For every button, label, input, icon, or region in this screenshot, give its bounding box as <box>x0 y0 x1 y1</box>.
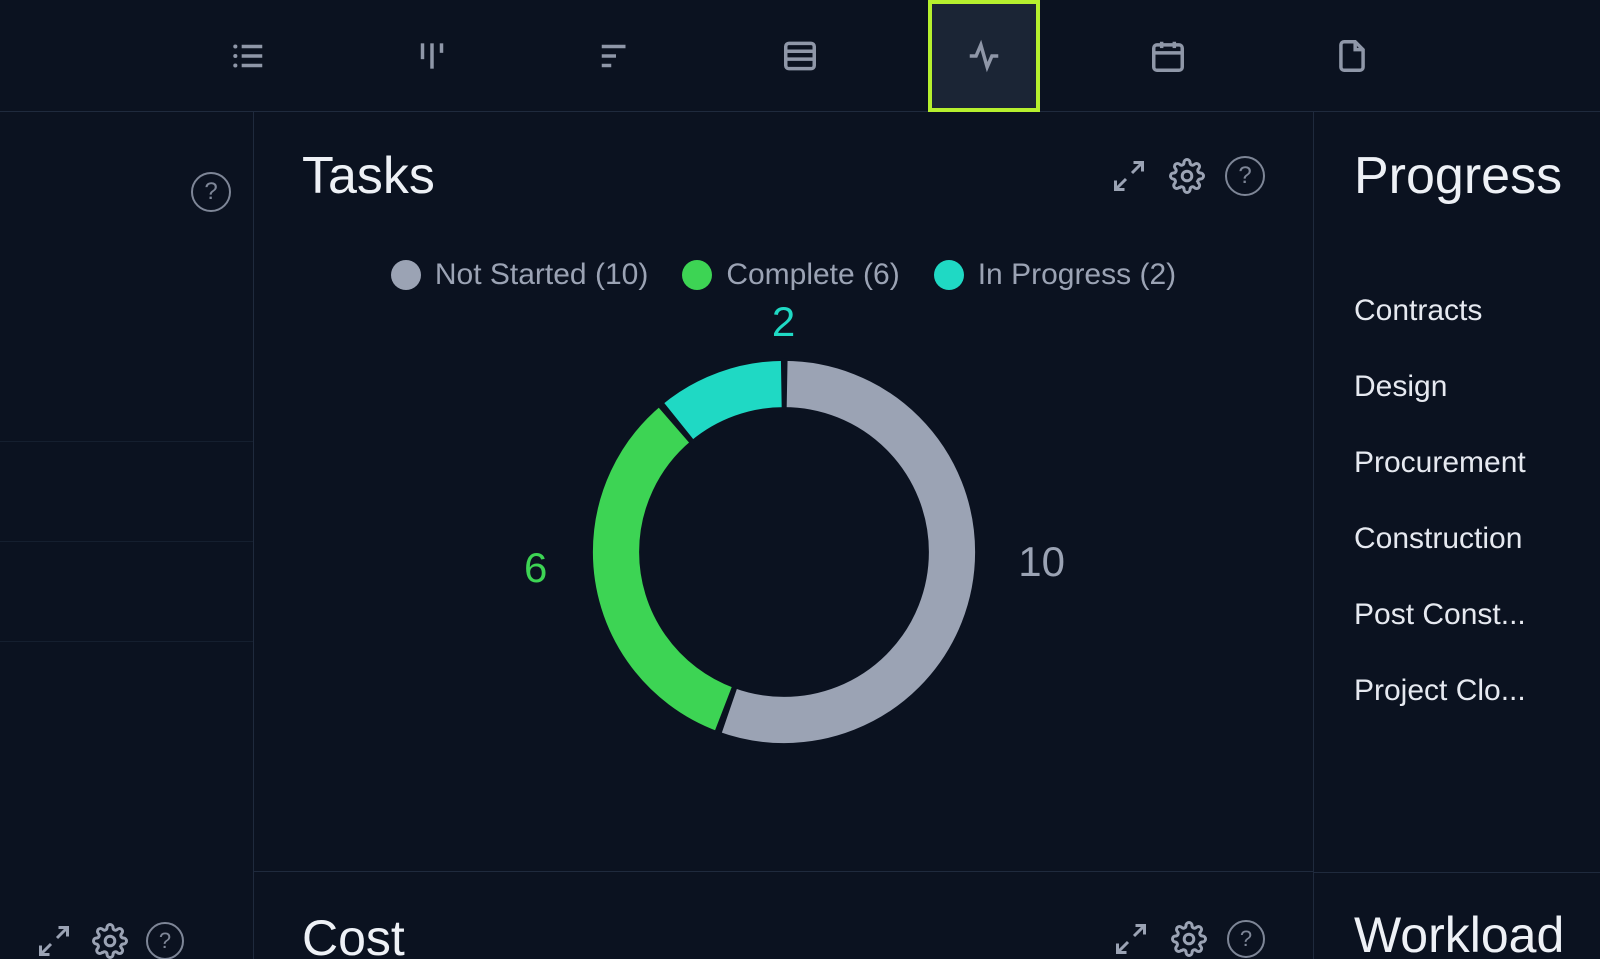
legend-label: In Progress (2) <box>978 258 1176 292</box>
legend-label: Complete (6) <box>726 258 899 292</box>
list-view-icon <box>221 29 275 83</box>
panel-title: Workload <box>1354 906 1564 959</box>
table-view-icon <box>773 29 827 83</box>
left-sidebar: ? ? <box>0 112 254 959</box>
panel-title: Cost <box>302 909 405 959</box>
nav-item-board[interactable] <box>376 0 488 112</box>
help-icon[interactable]: ? <box>191 172 231 212</box>
help-icon[interactable]: ? <box>146 922 184 959</box>
progress-item[interactable]: Design <box>1354 370 1600 404</box>
gear-icon[interactable] <box>90 921 130 959</box>
expand-icon[interactable] <box>1111 919 1151 959</box>
board-view-icon <box>405 29 459 83</box>
nav-item-dashboard[interactable] <box>928 0 1040 112</box>
gear-icon[interactable] <box>1169 919 1209 959</box>
donut-label-complete: 6 <box>524 544 547 592</box>
tasks-panel: Tasks ? Not Started (10) <box>254 112 1314 872</box>
progress-panel: Progress Contracts Design Procurement Co… <box>1314 112 1600 959</box>
progress-item[interactable]: Procurement <box>1354 446 1600 480</box>
calendar-view-icon <box>1141 29 1195 83</box>
expand-icon[interactable] <box>34 921 74 959</box>
dashboard-view-icon <box>957 29 1011 83</box>
legend-item-in-progress[interactable]: In Progress (2) <box>934 258 1176 292</box>
progress-item[interactable]: Construction <box>1354 522 1600 556</box>
nav-item-list[interactable] <box>192 0 304 112</box>
legend-dot <box>391 260 421 290</box>
legend-label: Not Started (10) <box>435 258 648 292</box>
legend-dot <box>682 260 712 290</box>
sidebar-row[interactable] <box>0 442 253 542</box>
gantt-view-icon <box>589 29 643 83</box>
help-icon[interactable]: ? <box>1225 156 1265 196</box>
progress-item[interactable]: Project Clo... <box>1354 674 1600 708</box>
legend-dot <box>934 260 964 290</box>
top-nav <box>0 0 1600 112</box>
donut-label-not-started: 10 <box>1018 538 1065 586</box>
donut-label-in-progress: 2 <box>772 298 795 346</box>
nav-item-table[interactable] <box>744 0 856 112</box>
legend-item-complete[interactable]: Complete (6) <box>682 258 899 292</box>
chart-legend: Not Started (10) Complete (6) In Progres… <box>302 258 1265 292</box>
progress-item[interactable]: Post Const... <box>1354 598 1600 632</box>
panel-title: Tasks <box>302 146 435 206</box>
sidebar-row[interactable] <box>0 342 253 442</box>
sidebar-row[interactable] <box>0 542 253 642</box>
legend-item-not-started[interactable]: Not Started (10) <box>391 258 648 292</box>
gear-icon[interactable] <box>1167 156 1207 196</box>
progress-item[interactable]: Contracts <box>1354 294 1600 328</box>
panel-title: Progress <box>1354 146 1600 206</box>
document-view-icon <box>1325 29 1379 83</box>
nav-item-calendar[interactable] <box>1112 0 1224 112</box>
expand-icon[interactable] <box>1109 156 1149 196</box>
tasks-donut-chart <box>574 342 994 762</box>
cost-panel: Cost ? <box>254 872 1314 959</box>
nav-item-document[interactable] <box>1296 0 1408 112</box>
help-icon[interactable]: ? <box>1227 920 1265 958</box>
progress-list: Contracts Design Procurement Constructio… <box>1354 294 1600 708</box>
nav-item-gantt[interactable] <box>560 0 672 112</box>
